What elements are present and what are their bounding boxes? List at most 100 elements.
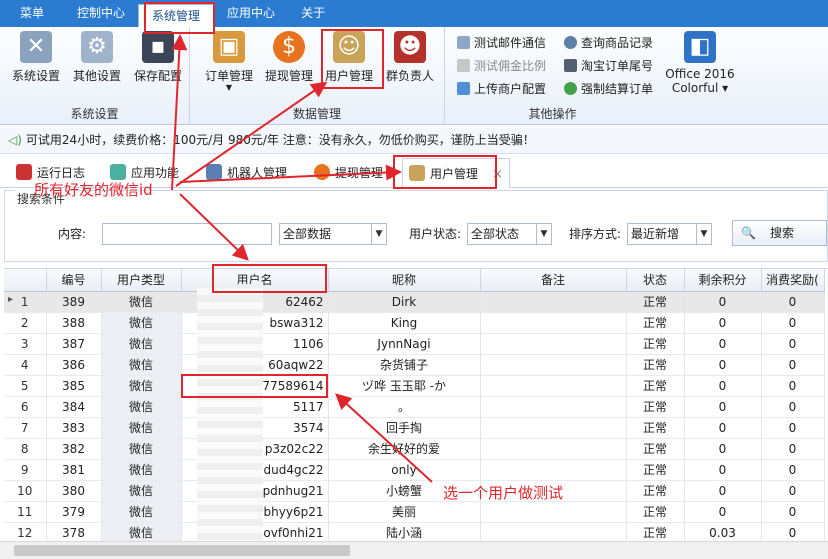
column-header-id[interactable]: 编号	[46, 269, 102, 292]
status-label: 用户状态:	[409, 227, 462, 241]
user-table: 编号 用户类型 用户名 昵称 备注 状态 剩余积分 消费奖励( 1 ▸ 389 微信 6…	[4, 268, 828, 541]
menu-item-menu[interactable]: 菜单	[0, 0, 64, 27]
remark-cell	[480, 291, 627, 313]
user-type-cell: 微信	[101, 459, 182, 481]
force-settle-button[interactable]: 强制结算订单	[564, 79, 653, 99]
row-number-cell: 12	[4, 522, 47, 541]
table-row[interactable]: 1 ▸ 389 微信 62462 Dirk 正常 0 0	[4, 291, 825, 313]
scope-select[interactable]: 全部数据 ▼	[279, 223, 387, 245]
table-row[interactable]: 11 379 微信 ybhyy6p21 美丽 正常 0 0	[4, 501, 825, 523]
content-input[interactable]	[102, 223, 272, 245]
table-row[interactable]: 2 388 微信 bswa312 King 正常 0 0	[4, 312, 825, 334]
scrollbar-thumb[interactable]	[14, 545, 350, 556]
ribbon-group-data: ▣ 订单管理 ▼ $ 提现管理 ☺ 用户管理 ☻ 群负责人 数据管理	[190, 27, 445, 125]
remark-cell	[480, 312, 627, 334]
chevron-down-icon: ▼	[371, 224, 386, 244]
horizontal-scrollbar[interactable]	[0, 541, 828, 559]
menu-item-about[interactable]: 关于	[288, 0, 338, 27]
nickname-cell: ヅ哗 玉玉耶 -か	[328, 375, 481, 397]
table-row[interactable]: 6 384 微信 5117。正常 0 0	[4, 396, 825, 418]
person-icon: ☻	[394, 31, 426, 63]
row-number-cell: 6	[4, 396, 47, 418]
search-panel: 搜索条件 内容: 全部数据 ▼ 用户状态: 全部状态 ▼ 排序方式: 最近新增 ▼ 🔍…	[4, 190, 828, 262]
coins-icon	[457, 59, 470, 72]
column-header-status[interactable]: 状态	[626, 269, 685, 292]
points-cell: 0.03	[684, 522, 762, 541]
status-cell: 正常	[626, 417, 685, 439]
remark-cell	[480, 522, 627, 541]
reward-cell: 0	[761, 459, 825, 481]
user-type-cell: 微信	[101, 354, 182, 376]
upload-merchant-config-button[interactable]: 上传商户配置	[457, 79, 546, 99]
remark-cell	[480, 459, 627, 481]
status-cell: 正常	[626, 375, 685, 397]
log-icon	[16, 164, 32, 180]
taobao-order-tail-button[interactable]: 淘宝订单尾号	[564, 56, 653, 76]
envelope-icon	[457, 36, 470, 49]
save-config-button[interactable]: ▪ 保存配置	[131, 31, 185, 84]
query-product-button[interactable]: 查询商品记录	[564, 33, 653, 53]
points-cell: 0	[684, 438, 762, 460]
row-number-cell: 5	[4, 375, 47, 397]
menu-item-control-center[interactable]: 控制中心	[64, 0, 138, 27]
content-label: 内容:	[58, 227, 87, 241]
menu-item-app-center[interactable]: 应用中心	[214, 0, 288, 27]
nickname-cell: only	[328, 459, 481, 481]
row-number-cell: 11	[4, 501, 47, 523]
other-settings-button[interactable]: ⚙ 其他设置	[70, 31, 124, 84]
table-row[interactable]: 9 381 微信 dud4gc22 only 正常 0 0	[4, 459, 825, 481]
menu-item-system-management[interactable]: 系统管理	[138, 4, 215, 27]
status-cell: 正常	[626, 522, 685, 541]
ribbon: ✕ 系统设置 ⚙ 其他设置 ▪ 保存配置 系统设置 ▣ 订单管理 ▼ $ 提现管…	[0, 27, 828, 125]
status-cell: 正常	[626, 459, 685, 481]
table-row[interactable]: 10 380 微信 pdnhug21 小螃蟹 正常 0 0	[4, 480, 825, 502]
reward-cell: 0	[761, 291, 825, 313]
table-row[interactable]: 7 383 微信 3574 回手掏 正常 0 0	[4, 417, 825, 439]
tab-robot-management[interactable]: 机器人管理	[206, 158, 287, 188]
reward-cell: 0	[761, 480, 825, 502]
column-header-reward[interactable]: 消费奖励(	[761, 269, 825, 292]
chevron-down-icon: ▼	[536, 224, 551, 244]
column-header-points[interactable]: 剩余积分	[684, 269, 762, 292]
reward-cell: 0	[761, 522, 825, 541]
user-id-cell: 381	[46, 459, 102, 481]
tab-withdraw-management[interactable]: 提现管理	[314, 158, 383, 188]
magnifier-icon	[564, 36, 577, 49]
status-select[interactable]: 全部状态 ▼	[467, 223, 552, 245]
column-header-nickname[interactable]: 昵称	[328, 269, 481, 292]
status-cell: 正常	[626, 480, 685, 502]
user-id-cell: 385	[46, 375, 102, 397]
status-cell: 正常	[626, 501, 685, 523]
dollar-icon	[314, 164, 330, 180]
table-row[interactable]: 4 386 微信 60aqw22 杂货铺子 正常 0 0	[4, 354, 825, 376]
table-row[interactable]: 8 382 微信 p3z02c22 余生好好的爱 正常 0 0	[4, 438, 825, 460]
sort-select[interactable]: 最近新增 ▼	[627, 223, 712, 245]
tab-user-management[interactable]: 用户管理 ×	[402, 158, 510, 188]
user-id-cell: 383	[46, 417, 102, 439]
table-row[interactable]: 5 385 微信 77589614 ヅ哗 玉玉耶 -か 正常 0 0	[4, 375, 825, 397]
reward-cell: 0	[761, 312, 825, 334]
order-management-button[interactable]: ▣ 订单管理 ▼	[202, 31, 256, 92]
user-type-cell: 微信	[101, 312, 182, 334]
test-commission-button[interactable]: 测试佣金比例	[457, 56, 546, 76]
group-owner-button[interactable]: ☻ 群负责人	[383, 31, 437, 84]
table-row[interactable]: 3 387 微信 1106 JynnNagi 正常 0 0	[4, 333, 825, 355]
close-icon[interactable]: ×	[492, 167, 503, 182]
dropdown-arrow-icon: ▼	[225, 83, 233, 92]
user-management-button[interactable]: ☺ 用户管理	[322, 31, 376, 84]
withdraw-management-button[interactable]: $ 提现管理	[262, 31, 316, 84]
status-cell: 正常	[626, 291, 685, 313]
table-row[interactable]: 12 378 微信 ovf0nhi21 陆小涵 正常 0.03 0	[4, 522, 825, 541]
points-cell: 0	[684, 501, 762, 523]
test-mail-button[interactable]: 测试邮件通信	[457, 33, 546, 53]
reward-cell: 0	[761, 354, 825, 376]
search-button[interactable]: 🔍 搜索	[732, 220, 827, 246]
column-header-user-type[interactable]: 用户类型	[101, 269, 182, 292]
column-header-remark[interactable]: 备注	[480, 269, 627, 292]
row-number-cell: 9	[4, 459, 47, 481]
system-settings-button[interactable]: ✕ 系统设置	[9, 31, 63, 84]
points-cell: 0	[684, 291, 762, 313]
user-id-cell: 389	[46, 291, 102, 313]
menu-bar: 菜单 控制中心 系统管理 应用中心 关于	[0, 0, 828, 27]
office-theme-button[interactable]: ◧ Office 2016 Colorful ▾	[665, 31, 735, 95]
